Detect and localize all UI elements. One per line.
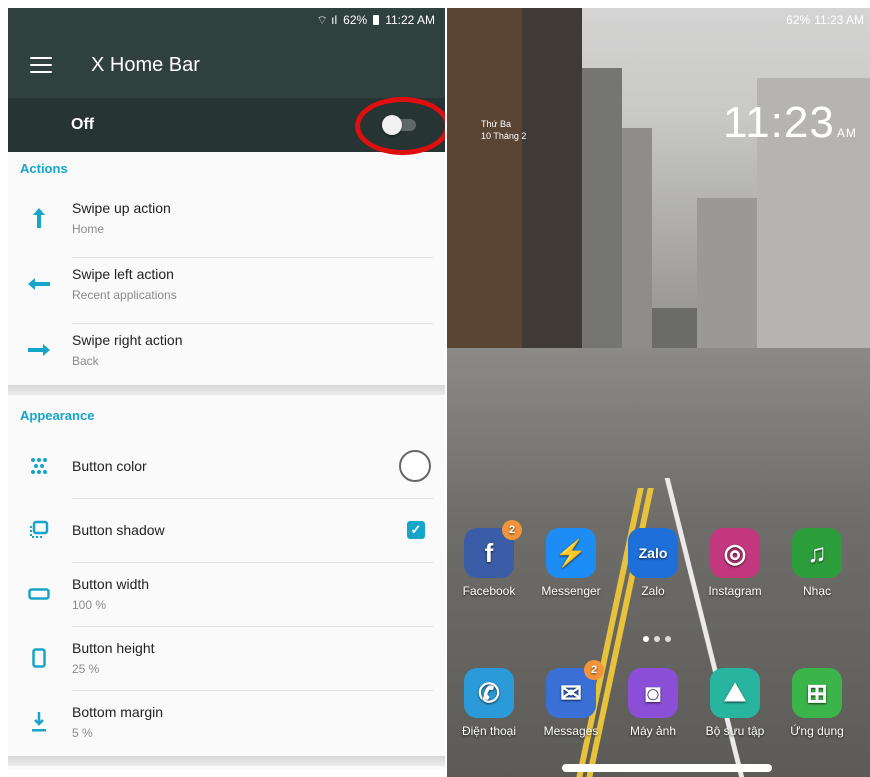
width-icon	[24, 579, 54, 609]
notification-badge: 2	[502, 520, 522, 540]
app-icon: ♫	[792, 528, 842, 578]
bottom-separator	[8, 756, 445, 766]
clock-time: 11:23	[723, 98, 835, 147]
status-time: 11:22 AM	[385, 13, 435, 27]
shadow-icon	[24, 515, 54, 545]
section-title-actions: Actions	[20, 161, 68, 176]
menu-icon[interactable]	[30, 57, 52, 73]
page-indicator[interactable]	[643, 636, 671, 642]
app-icon: ⚡	[546, 528, 596, 578]
app-title: X Home Bar	[91, 53, 200, 76]
row-title: Button width	[72, 576, 150, 592]
clock-suffix: AM	[836, 126, 857, 140]
section-separator	[8, 385, 445, 395]
row-value: Recent applications	[72, 288, 177, 302]
row-title: Bottom margin	[72, 704, 164, 720]
row-value: Back	[72, 354, 99, 368]
app-label: Zalo	[641, 584, 665, 598]
status-bar: ⌔ ıl 62% 11:22 AM	[8, 8, 445, 32]
app-icon: ✉ 2	[546, 660, 604, 718]
date-line: Thứ Ba	[481, 119, 512, 129]
section-title-appearance: Appearance	[20, 408, 95, 423]
app-label: Bộ sưu tập	[705, 724, 765, 738]
row-title: Swipe right action	[72, 332, 183, 348]
app-2[interactable]: ◙ Máy ảnh	[613, 668, 693, 738]
row-value: Home	[72, 222, 105, 236]
row-title: Button color	[72, 458, 147, 474]
row-value: 5 %	[72, 726, 93, 740]
home-page-dot	[643, 636, 649, 642]
button-shadow-row[interactable]: Button shadow ✓	[8, 498, 445, 562]
arrow-right-icon	[24, 335, 54, 365]
row-title: Button shadow	[72, 522, 165, 538]
arrow-up-icon	[24, 203, 54, 233]
app-icon: ✆	[464, 668, 514, 718]
app-0[interactable]: ✆ Điện thoại	[449, 668, 529, 738]
app-3[interactable]: ⛰ Bộ sưu tập	[695, 668, 775, 738]
bottom-margin-row[interactable]: Bottom margin 5 %	[8, 690, 445, 754]
app-3[interactable]: ◎ Instagram	[695, 528, 775, 598]
margin-icon	[24, 707, 54, 737]
app-icon: ⛰	[710, 668, 760, 718]
signal-icon: ⌔ ıl	[316, 12, 338, 27]
app-1[interactable]: ⚡ Messenger	[531, 528, 611, 598]
date-line: 10 Tháng 2	[481, 131, 527, 141]
notification-badge: 2	[584, 660, 604, 680]
home-screen: 62% 11:23 AM Thứ Ba 10 Tháng 2 11:23 AM f…	[447, 8, 870, 777]
app-label: Messenger	[541, 584, 601, 598]
row-value: 25 %	[72, 662, 100, 676]
app-icon: Zalo	[628, 528, 678, 578]
app-4[interactable]: ♫ Nhạc	[777, 528, 857, 598]
button-height-row[interactable]: Button height 25 %	[8, 626, 445, 690]
app-2[interactable]: Zalo Zalo	[613, 528, 693, 598]
x-home-bar[interactable]	[562, 764, 772, 772]
app-icon: ◎	[710, 528, 760, 578]
master-switch-label: Off	[71, 116, 95, 133]
app-label: Ứng dụng	[790, 724, 844, 738]
palette-icon	[24, 451, 54, 481]
color-swatch-circle[interactable]	[399, 450, 431, 482]
button-width-row[interactable]: Button width 100 %	[8, 562, 445, 626]
battery-level: 62%	[786, 13, 811, 27]
date-widget: Thứ Ba 10 Tháng 2	[481, 118, 526, 142]
page-dot	[665, 636, 671, 642]
highlight-circle-annotation	[355, 97, 445, 155]
height-icon	[24, 643, 54, 673]
row-title: Swipe left action	[72, 266, 174, 282]
app-1[interactable]: ✉ 2 Messages	[531, 660, 611, 738]
app-label: Máy ảnh	[629, 724, 677, 738]
app-label: Instagram	[708, 584, 762, 598]
page-dot	[654, 636, 660, 642]
app-label: Facebook	[462, 584, 516, 598]
app-label: Messages	[543, 724, 599, 738]
app-icon: f2	[464, 520, 522, 578]
row-value: 100 %	[72, 598, 107, 612]
battery-icon	[373, 15, 380, 25]
arrow-left-icon	[24, 269, 54, 299]
clock-widget[interactable]: 11:23 AM	[723, 98, 857, 148]
app-label: Nhạc	[802, 584, 831, 598]
status-time: 11:23 AM	[814, 13, 864, 27]
battery-level: 62%	[343, 13, 368, 27]
button-color-row[interactable]: Button color	[8, 434, 445, 498]
app-icon: ◙	[628, 668, 678, 718]
shadow-checkbox[interactable]: ✓	[407, 521, 425, 539]
app-4[interactable]: ⊞ Ứng dụng	[777, 668, 857, 738]
app-label: Điện thoại	[461, 724, 517, 738]
swipe-left-action-row[interactable]: Swipe left action Recent applications	[8, 252, 445, 316]
app-icon: ⊞	[792, 668, 842, 718]
status-bar: 62% 11:23 AM	[447, 8, 870, 32]
row-title: Swipe up action	[72, 200, 171, 216]
app-bar: X Home Bar	[8, 32, 445, 98]
settings-screen: ⌔ ıl 62% 11:22 AM X Home Bar Off Actions…	[8, 8, 445, 770]
swipe-up-action-row[interactable]: Swipe up action Home	[8, 186, 445, 250]
row-title: Button height	[72, 640, 155, 656]
app-0[interactable]: f 2 Facebook	[449, 520, 529, 598]
swipe-right-action-row[interactable]: Swipe right action Back	[8, 318, 445, 382]
